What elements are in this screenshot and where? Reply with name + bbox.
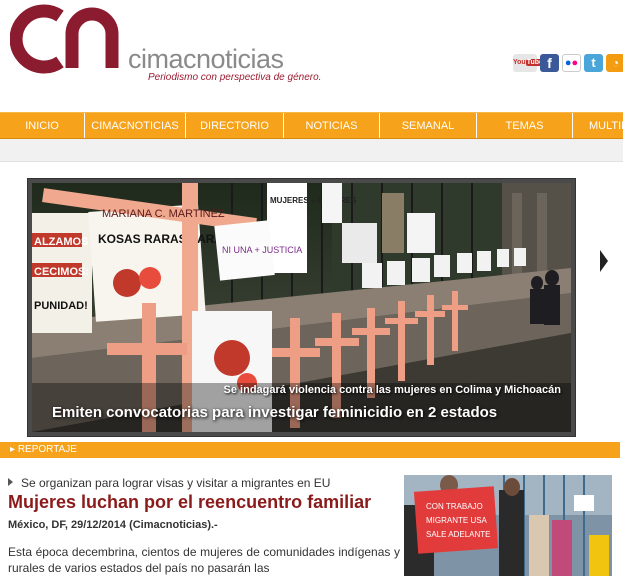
article-headline[interactable]: Mujeres luchan por el reencuentro famili…: [8, 492, 371, 513]
cimac-logo-mark[interactable]: [10, 0, 120, 78]
featured-slider[interactable]: ALZAMOS CECIMOS: PUNIDAD! KOSAS RARAS PA…: [27, 178, 576, 437]
site-name[interactable]: cimacnoticias: [128, 44, 284, 75]
featured-photo[interactable]: ALZAMOS CECIMOS: PUNIDAD! KOSAS RARAS PA…: [32, 183, 571, 432]
article-thumbnail[interactable]: CON TRABAJO MIGRANTE USA SALE ADELANTE: [404, 475, 612, 576]
sign-text-mujeres: MUJERES + MUJERES: [270, 196, 357, 205]
divider-band: [0, 139, 623, 162]
social-links: YouTube f ●● t ◔: [510, 54, 623, 72]
slider-title[interactable]: Emiten convocatorias para investigar fem…: [52, 404, 497, 421]
facebook-icon[interactable]: f: [540, 54, 559, 72]
sign-text-cecimos: CECIMOS:: [34, 266, 89, 278]
thumb-sign-line-3: SALE ADELANTE: [426, 530, 490, 539]
site-header: cimacnoticias Periodismo con perspectiva…: [0, 0, 623, 112]
migrant-photo-art: CON TRABAJO MIGRANTE USA SALE ADELANTE: [404, 475, 612, 576]
nav-item-directorio[interactable]: DIRECTORIO: [186, 113, 284, 138]
nav-item-semanal[interactable]: SEMANAL: [380, 113, 477, 138]
main-nav: INICIO CIMACNOTICIAS DIRECTORIO NOTICIAS…: [0, 112, 623, 139]
sign-text-punidad: PUNIDAD!: [34, 300, 88, 312]
section-marker-icon: ▸: [10, 444, 18, 455]
kicker-arrow-icon: [8, 478, 13, 486]
nav-item-inicio[interactable]: INICIO: [0, 113, 85, 138]
nav-item-temas[interactable]: TEMAS: [477, 113, 573, 138]
flickr-icon[interactable]: ●●: [562, 54, 581, 72]
article-kicker: Se organizan para lograr visas y visitar…: [8, 476, 330, 490]
article-dateline: México, DF, 29/12/2014 (Cimacnoticias).-: [8, 519, 218, 531]
section-label[interactable]: ▸ REPORTAJE: [10, 443, 77, 457]
slider-subtitle[interactable]: Se indagará violencia contra las mujeres…: [224, 384, 561, 396]
article-body: Esta época decembrina, cientos de mujere…: [8, 545, 400, 575]
cross-text-name: MARIANA C. MARTÍNEZ: [102, 207, 225, 220]
section-header-reportaje: ▸ REPORTAJE: [0, 442, 620, 458]
youtube-icon[interactable]: YouTube: [513, 54, 544, 72]
sign-text-alzamos: ALZAMOS: [34, 236, 88, 248]
sign-text-justicia: NI UNA + JUSTICIA: [222, 245, 302, 255]
site-tagline: Periodismo con perspectiva de género.: [148, 72, 322, 83]
thumb-sign-line-2: MIGRANTE USA: [426, 516, 488, 525]
rss-icon[interactable]: ◔: [606, 54, 623, 72]
nav-item-multimedia[interactable]: MULTIM: [573, 113, 623, 138]
twitter-icon[interactable]: t: [584, 54, 603, 72]
slider-next-arrow-icon[interactable]: [600, 250, 608, 272]
thumb-sign-line-1: CON TRABAJO: [426, 502, 483, 511]
nav-item-cimacnoticias[interactable]: CIMACNOTICIAS: [85, 113, 186, 138]
nav-item-noticias[interactable]: NOTICIAS: [284, 113, 380, 138]
